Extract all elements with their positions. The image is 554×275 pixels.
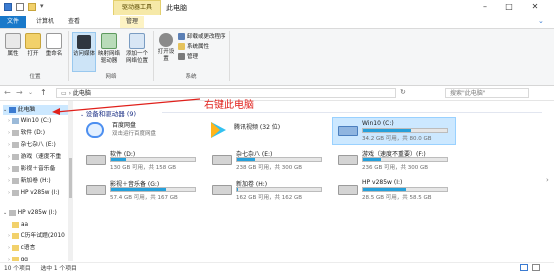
status-bar: 10 个项目 选中 1 个项目 — [0, 262, 554, 275]
drive-usage-bar — [236, 157, 322, 162]
drive-space: 34.2 GB 可用，共 80.0 GB — [362, 136, 432, 142]
app-sub: 双击运行百度网盘 — [112, 131, 157, 137]
usb-drive-icon — [338, 185, 358, 195]
drive-usage-bar — [110, 157, 196, 162]
drive-usage-fill — [363, 158, 381, 161]
play-icon — [211, 122, 226, 138]
drive-name: Win10 (C:) — [362, 120, 394, 127]
annotation-text: 右键此电脑 — [204, 100, 254, 111]
app-tile-baidu[interactable]: 百度网盘 双击运行百度网盘 — [86, 120, 186, 142]
drive-space: 57.4 GB 可用，共 167 GB — [110, 195, 178, 201]
drive-usage-bar — [362, 187, 448, 192]
drive-d[interactable]: 软件 (D:) 130 GB 可用，共 158 GB — [86, 149, 202, 171]
drive-f[interactable]: 游戏（速度不重要）(F:) 236 GB 可用，共 300 GB — [338, 149, 454, 171]
drive-e[interactable]: 杂七杂八 (E:) 238 GB 可用，共 300 GB — [212, 149, 328, 171]
drive-icon — [86, 185, 106, 195]
status-count: 10 个项目 — [4, 266, 31, 272]
drive-usage-bar — [236, 187, 322, 192]
drive-h[interactable]: 新加卷 (H:) 162 GB 可用，共 162 GB — [212, 179, 328, 201]
drive-usage-bar — [110, 187, 196, 192]
drive-usage-fill — [111, 158, 127, 161]
drive-icon — [338, 155, 358, 165]
tiles-view-icon[interactable] — [532, 264, 540, 271]
drive-usage-fill — [237, 158, 255, 161]
windows-drive-icon — [338, 126, 358, 136]
drive-space: 236 GB 可用，共 300 GB — [362, 165, 429, 171]
drive-usage-fill — [237, 188, 238, 191]
scroll-right-icon[interactable]: › — [546, 176, 554, 186]
drive-usage-fill — [363, 129, 411, 132]
drive-usage-bar — [362, 157, 448, 162]
drive-icon — [86, 155, 106, 165]
drive-space: 238 GB 可用，共 300 GB — [236, 165, 303, 171]
devices-title-text: 设备和驱动器 (9) — [85, 110, 137, 118]
app-tile-tencent[interactable]: 腾讯视频 (32 位) — [208, 120, 308, 142]
drive-space: 130 GB 可用，共 158 GB — [110, 165, 177, 171]
app-name: 腾讯视频 (32 位) — [234, 124, 281, 131]
details-view-icon[interactable] — [520, 264, 528, 271]
drive-usage-bar — [362, 128, 448, 133]
app-name: 百度网盘 — [112, 122, 137, 129]
drive-i[interactable]: HP v285w (I:) 28.5 GB 可用，共 58.5 GB — [338, 179, 454, 201]
drive-space: 28.5 GB 可用，共 58.5 GB — [362, 195, 432, 201]
devices-section-title[interactable]: ⌄ 设备和驱动器 (9) — [80, 108, 136, 118]
drive-g[interactable]: 影视＋音乐备 (G:) 57.4 GB 可用，共 167 GB — [86, 179, 202, 201]
drive-c[interactable]: Win10 (C:) 34.2 GB 可用，共 80.0 GB — [338, 120, 454, 142]
drive-usage-fill — [363, 188, 406, 191]
drive-icon — [212, 155, 232, 165]
status-selected: 选中 1 个项目 — [40, 266, 77, 272]
drive-name: HP v285w (I:) — [362, 179, 403, 186]
section-divider — [162, 112, 542, 113]
drive-space: 162 GB 可用，共 162 GB — [236, 195, 303, 201]
drive-icon — [212, 185, 232, 195]
drive-usage-fill — [111, 188, 167, 191]
cloud-icon — [86, 122, 104, 138]
